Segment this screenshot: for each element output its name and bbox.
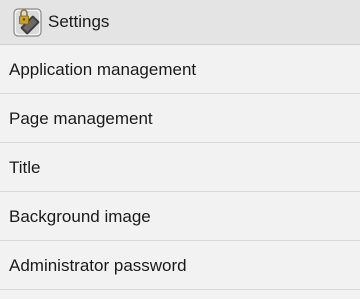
settings-lock-icon — [13, 8, 42, 37]
settings-list: Application management Page management T… — [0, 45, 360, 290]
list-item-label: Application management — [9, 60, 197, 79]
list-item-label: Page management — [9, 109, 153, 128]
list-item-administrator-password[interactable]: Administrator password — [0, 241, 360, 290]
action-bar: Settings — [0, 0, 360, 45]
list-item-label: Administrator password — [9, 256, 187, 275]
list-item-label: Title — [9, 158, 41, 177]
list-item-page-management[interactable]: Page management — [0, 94, 360, 143]
list-item-background-image[interactable]: Background image — [0, 192, 360, 241]
list-item-application-management[interactable]: Application management — [0, 45, 360, 94]
page-title: Settings — [48, 12, 110, 31]
list-item-label: Background image — [9, 207, 151, 226]
list-item-title[interactable]: Title — [0, 143, 360, 192]
